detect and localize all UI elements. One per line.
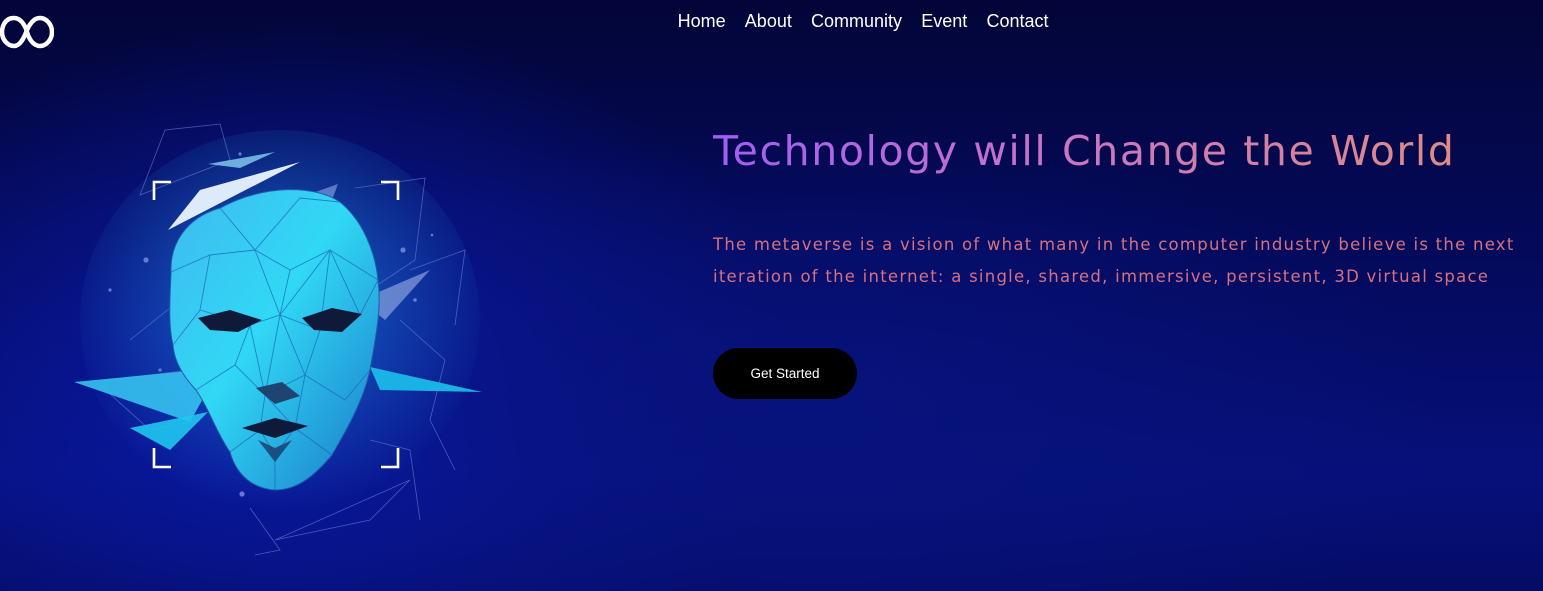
infinity-icon bbox=[0, 15, 55, 49]
lowpoly-face-illustration bbox=[74, 123, 482, 556]
hero-title: Technology will Change the World bbox=[713, 124, 1455, 178]
nav-link-community[interactable]: Community bbox=[801, 9, 911, 33]
nav-link-about[interactable]: About bbox=[735, 9, 801, 33]
main-nav: Home About Community Event Contact bbox=[668, 9, 1058, 33]
logo-link[interactable] bbox=[0, 10, 55, 50]
nav-link-contact[interactable]: Contact bbox=[977, 9, 1058, 33]
hero-description: The metaverse is a vision of what many i… bbox=[713, 235, 1515, 286]
nav-link-event[interactable]: Event bbox=[912, 9, 977, 33]
get-started-button[interactable]: Get Started bbox=[713, 348, 857, 399]
nav-link-home[interactable]: Home bbox=[668, 9, 735, 33]
hero-illustration bbox=[70, 120, 490, 560]
